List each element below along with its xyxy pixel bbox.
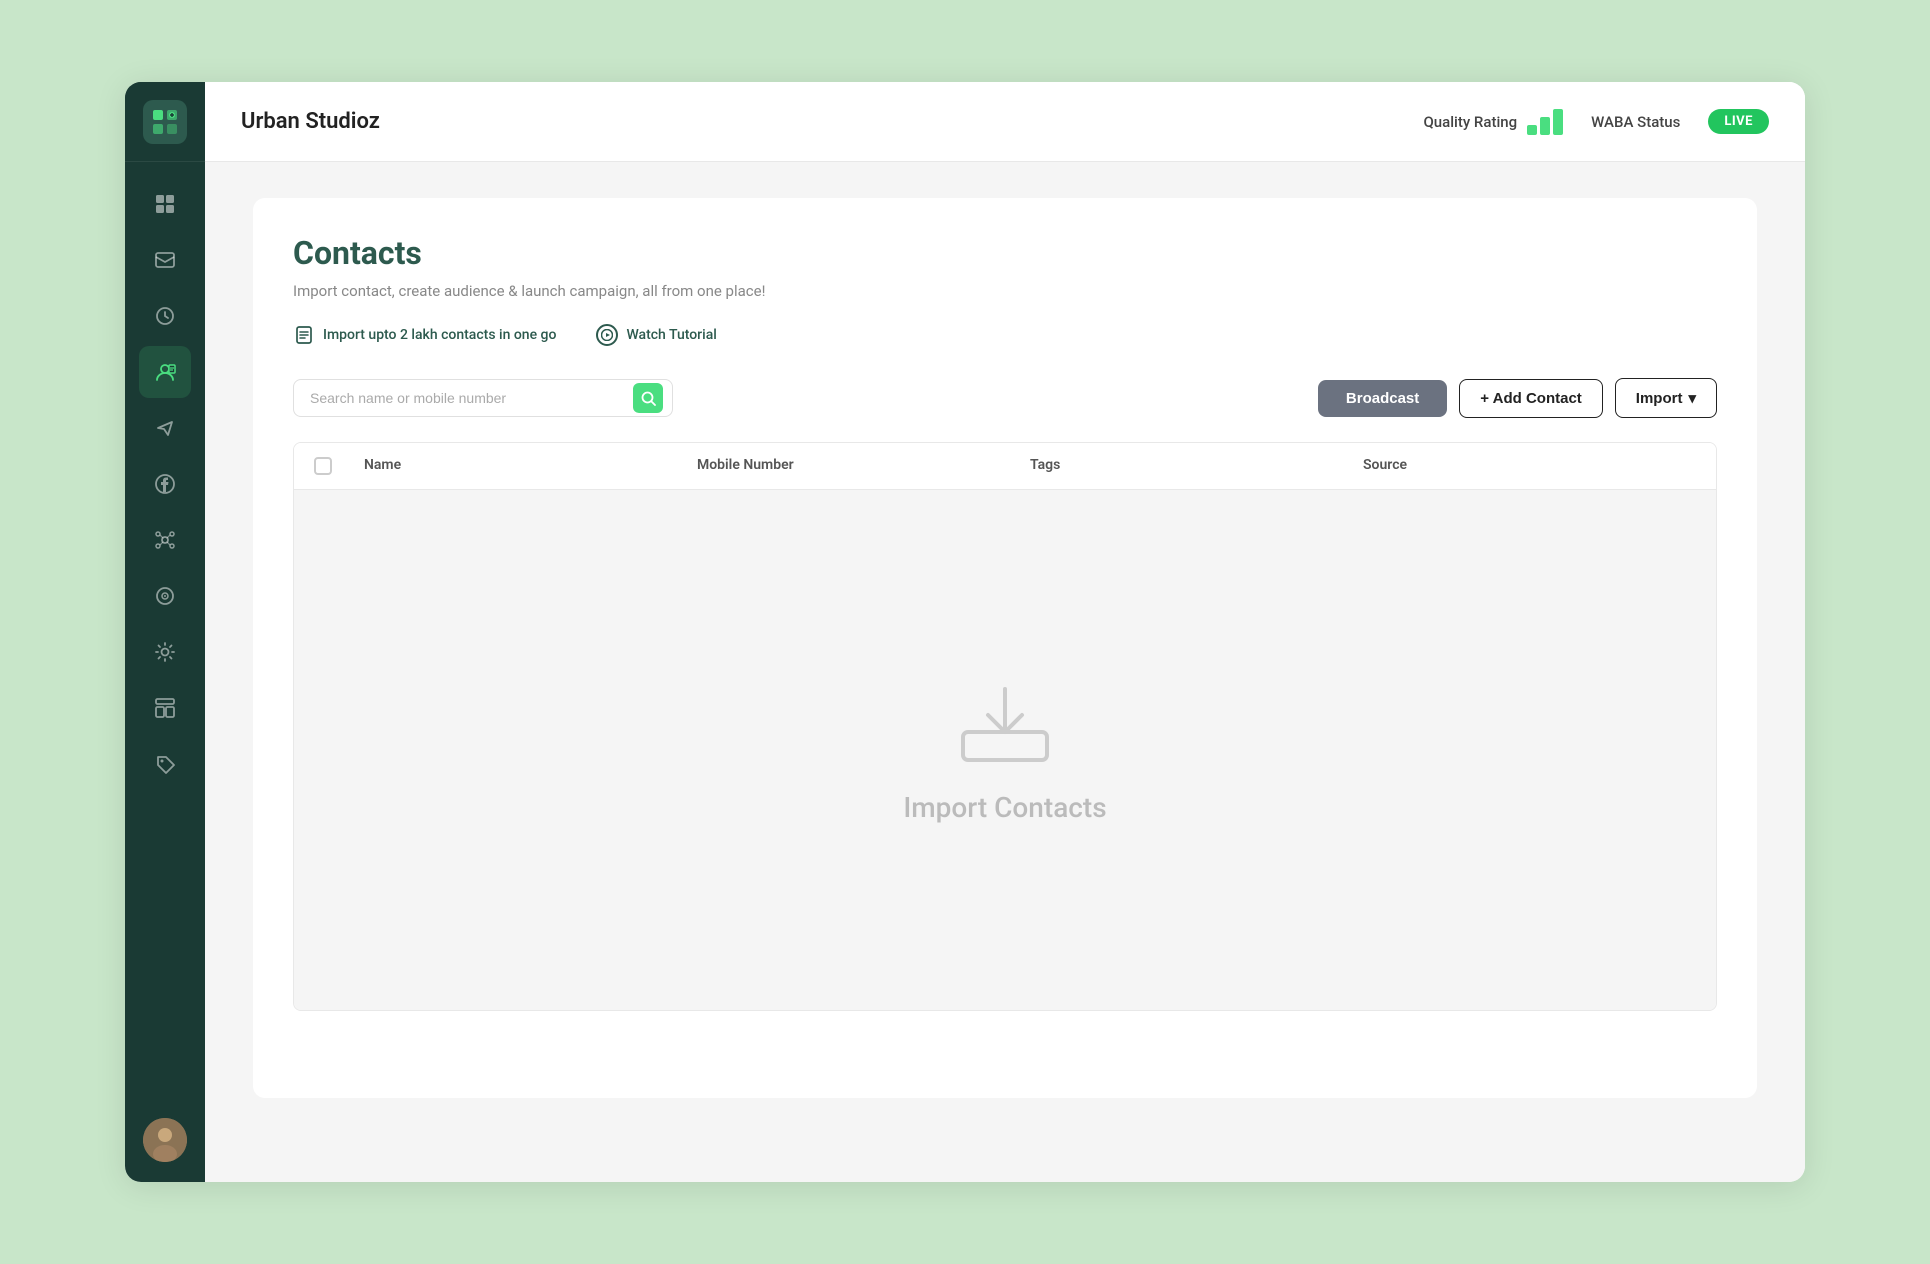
sidebar-item-settings[interactable]	[139, 626, 191, 678]
select-all-cell	[314, 457, 364, 475]
table-body: Import Contacts	[294, 490, 1716, 1010]
quality-rating-section: Quality Rating	[1423, 109, 1563, 135]
sidebar-logo	[125, 82, 205, 162]
sidebar-item-history[interactable]	[139, 290, 191, 342]
import-chevron-icon: ▾	[1688, 389, 1696, 407]
sidebar-item-integrations[interactable]	[139, 514, 191, 566]
sidebar-item-widgets[interactable]	[139, 682, 191, 734]
sidebar-item-analytics[interactable]	[139, 570, 191, 622]
quality-rating-bars	[1527, 109, 1563, 135]
broadcast-button[interactable]: Broadcast	[1318, 380, 1447, 417]
bar-1	[1527, 125, 1537, 135]
sidebar-item-campaigns[interactable]	[139, 402, 191, 454]
content-card: Contacts Import contact, create audience…	[253, 198, 1757, 1098]
import-label: Import	[1636, 390, 1683, 407]
search-button[interactable]	[633, 383, 663, 413]
import-info-text: Import upto 2 lakh contacts in one go	[323, 327, 556, 343]
import-info-item: Import upto 2 lakh contacts in one go	[293, 324, 556, 346]
empty-state-icon	[955, 677, 1055, 767]
sidebar-item-tags[interactable]	[139, 738, 191, 790]
watch-tutorial-item[interactable]: Watch Tutorial	[596, 324, 716, 346]
watch-tutorial-text: Watch Tutorial	[626, 327, 716, 343]
info-bar: Import upto 2 lakh contacts in one go Wa…	[293, 324, 1717, 346]
add-contact-button[interactable]: + Add Contact	[1459, 379, 1603, 418]
bar-2	[1540, 117, 1550, 135]
play-icon	[596, 324, 618, 346]
page-subtitle: Import contact, create audience & launch…	[293, 282, 1717, 300]
avatar-image	[143, 1118, 187, 1162]
header-right: Quality Rating WABA Status LIVE	[1423, 109, 1769, 135]
column-mobile: Mobile Number	[697, 457, 1030, 475]
content-area: Contacts Import contact, create audience…	[205, 162, 1805, 1182]
sidebar-nav	[125, 162, 205, 1118]
sidebar-item-facebook[interactable]	[139, 458, 191, 510]
live-badge: LIVE	[1708, 109, 1769, 134]
file-icon	[293, 324, 315, 346]
sidebar-item-inbox[interactable]	[139, 234, 191, 286]
toolbar: Broadcast + Add Contact Import ▾	[293, 378, 1717, 418]
search-input[interactable]	[293, 379, 673, 417]
select-all-checkbox[interactable]	[314, 457, 332, 475]
search-wrapper	[293, 379, 673, 417]
import-button[interactable]: Import ▾	[1615, 378, 1717, 418]
column-source: Source	[1363, 457, 1696, 475]
sidebar	[125, 82, 205, 1182]
toolbar-right: Broadcast + Add Contact Import ▾	[1318, 378, 1717, 418]
bar-3	[1553, 109, 1563, 135]
main-area: Urban Studioz Quality Rating WABA Status…	[205, 82, 1805, 1182]
empty-state-text: Import Contacts	[903, 791, 1106, 824]
sidebar-bottom	[143, 1118, 187, 1182]
header-title: Urban Studioz	[241, 109, 1423, 134]
table-header: Name Mobile Number Tags Source	[294, 443, 1716, 490]
column-tags: Tags	[1030, 457, 1363, 475]
avatar[interactable]	[143, 1118, 187, 1162]
app-container: Urban Studioz Quality Rating WABA Status…	[125, 82, 1805, 1182]
column-name: Name	[364, 457, 697, 475]
logo-icon	[143, 100, 187, 144]
header: Urban Studioz Quality Rating WABA Status…	[205, 82, 1805, 162]
sidebar-item-contacts[interactable]	[139, 346, 191, 398]
contacts-table: Name Mobile Number Tags Source	[293, 442, 1717, 1011]
sidebar-item-dashboard[interactable]	[139, 178, 191, 230]
quality-rating-label: Quality Rating	[1423, 113, 1517, 131]
page-title: Contacts	[293, 234, 1717, 272]
waba-label: WABA Status	[1591, 113, 1680, 131]
